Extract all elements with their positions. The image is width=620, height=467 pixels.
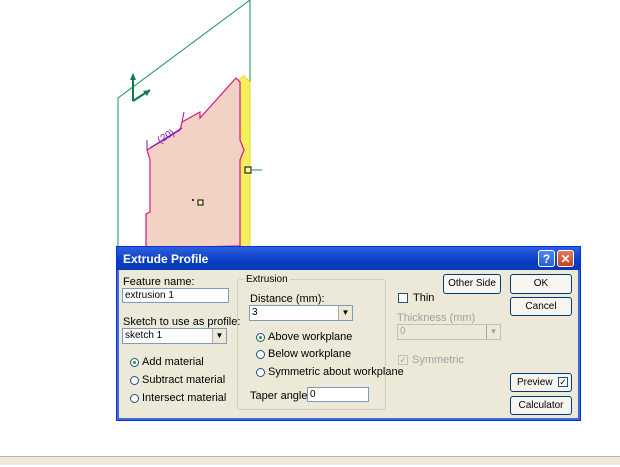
subtract-material-label[interactable]: Subtract material [142,374,225,386]
chevron-down-icon[interactable]: ▼ [338,306,352,320]
above-workplane-label[interactable]: Above workplane [268,331,352,343]
cancel-button[interactable]: Cancel [510,297,572,316]
chevron-down-icon[interactable]: ▼ [212,329,226,343]
calculator-button[interactable]: Calculator [510,396,572,415]
extrusion-group-label: Extrusion [244,274,290,285]
close-button[interactable]: ✕ [557,250,574,267]
profile-face [145,77,245,249]
add-material-radio[interactable] [130,358,139,367]
help-button[interactable]: ? [538,250,555,267]
ok-button[interactable]: OK [510,274,572,294]
distance-value: 3 [252,307,258,318]
add-material-label[interactable]: Add material [142,356,204,368]
symmetric-workplane-radio[interactable] [256,368,265,377]
symmetric-label[interactable]: Symmetric [412,354,464,366]
intersect-material-radio[interactable] [130,394,139,403]
thickness-label: Thickness (mm) [397,312,476,324]
axis-arrow-y [130,73,136,80]
thickness-value: 0 [400,326,406,337]
distance-select[interactable]: 3 ▼ [249,305,353,321]
thickness-select[interactable]: 0 ▼ [397,324,501,340]
below-workplane-radio[interactable] [256,350,265,359]
thin-label[interactable]: Thin [413,292,434,304]
edge-grip-handle[interactable] [244,166,252,174]
extrude-profile-dialog: Extrude Profile ? ✕ Feature name: extrus… [116,246,581,421]
symmetric-workplane-label[interactable]: Symmetric about workplane [268,366,404,378]
preview-label: Preview [517,377,553,388]
symmetric-checkbox[interactable]: ✓ [398,355,408,365]
sketch-label: Sketch to use as profile: [123,316,241,328]
sketch-select[interactable]: sketch 1 ▼ [122,328,227,344]
taper-angle-label: Taper angle: [250,390,311,402]
below-workplane-label[interactable]: Below workplane [268,348,351,360]
chevron-down-icon: ▼ [486,325,500,339]
preview-checkbox[interactable]: ✓ [558,377,568,387]
thin-checkbox[interactable] [398,293,408,303]
subtract-material-radio[interactable] [130,376,139,385]
title-bar[interactable]: Extrude Profile ? ✕ [117,247,580,270]
feature-name-label: Feature name: [123,276,195,288]
intersect-material-label[interactable]: Intersect material [142,392,226,404]
other-side-button[interactable]: Other Side [443,274,501,294]
centroid-handle[interactable] [197,199,204,206]
sketch-select-value: sketch 1 [125,330,163,341]
profile-point [192,199,194,201]
taper-angle-input[interactable]: 0 [307,387,369,402]
distance-label: Distance (mm): [250,293,325,305]
dialog-title: Extrude Profile [123,252,209,266]
feature-name-input[interactable]: extrusion 1 [122,288,229,303]
above-workplane-radio[interactable] [256,333,265,342]
